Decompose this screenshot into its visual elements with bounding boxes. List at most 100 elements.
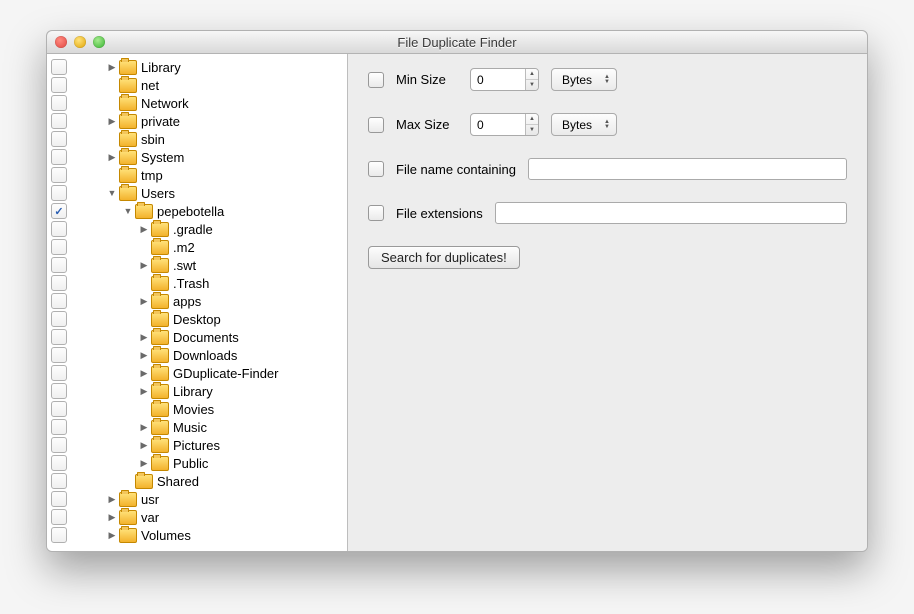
chevron-right-icon[interactable]: ▶ xyxy=(107,152,117,162)
stepper-down-icon[interactable]: ▼ xyxy=(526,125,538,135)
tree-checkbox[interactable] xyxy=(51,473,67,489)
tree-row[interactable]: ▶.m2 xyxy=(47,238,347,256)
chevron-right-icon[interactable]: ▶ xyxy=(107,530,117,540)
zoom-window-button[interactable] xyxy=(93,36,105,48)
tree-row[interactable]: ▶ Pictures xyxy=(47,436,347,454)
minimize-window-button[interactable] xyxy=(74,36,86,48)
tree-checkbox[interactable] xyxy=(51,275,67,291)
tree-row[interactable]: ▶System xyxy=(47,148,347,166)
max-size-stepper[interactable]: ▲ ▼ xyxy=(525,114,538,135)
stepper-down-icon[interactable]: ▼ xyxy=(526,80,538,90)
tree-checkbox[interactable] xyxy=(51,437,67,453)
extensions-input[interactable] xyxy=(495,202,847,224)
tree-row[interactable]: ▼Users xyxy=(47,184,347,202)
tree-row[interactable]: ▶Network xyxy=(47,94,347,112)
tree-row[interactable]: ▶.Trash xyxy=(47,274,347,292)
tree-checkbox[interactable] xyxy=(51,527,67,543)
tree-item-label: Shared xyxy=(157,474,199,489)
tree-row[interactable]: ▶Public xyxy=(47,454,347,472)
chevron-right-icon[interactable]: ▶ xyxy=(139,422,149,432)
min-size-checkbox[interactable] xyxy=(368,72,384,88)
tree-checkbox[interactable] xyxy=(51,401,67,417)
tree-row[interactable]: ▶sbin xyxy=(47,130,347,148)
chevron-right-icon[interactable]: ▶ xyxy=(107,116,117,126)
tree-checkbox[interactable] xyxy=(51,221,67,237)
max-size-checkbox[interactable] xyxy=(368,117,384,133)
tree-checkbox[interactable] xyxy=(51,455,67,471)
tree-row[interactable]: ▶Desktop xyxy=(47,310,347,328)
tree-row[interactable]: ▶var xyxy=(47,508,347,526)
chevron-right-icon[interactable]: ▶ xyxy=(139,332,149,342)
filename-input[interactable] xyxy=(528,158,847,180)
chevron-right-icon[interactable]: ▶ xyxy=(139,440,149,450)
traffic-lights xyxy=(47,36,105,48)
tree-checkbox[interactable] xyxy=(51,149,67,165)
tree-checkbox[interactable] xyxy=(51,131,67,147)
stepper-up-icon[interactable]: ▲ xyxy=(526,114,538,125)
chevron-right-icon[interactable]: ▶ xyxy=(107,512,117,522)
stepper-up-icon[interactable]: ▲ xyxy=(526,69,538,80)
tree-checkbox[interactable] xyxy=(51,113,67,129)
tree-checkbox[interactable] xyxy=(51,59,67,75)
tree-row[interactable]: ▶.swt xyxy=(47,256,347,274)
max-size-input[interactable] xyxy=(471,114,525,135)
tree-row[interactable]: ▶private xyxy=(47,112,347,130)
tree-row[interactable]: ▶.gradle xyxy=(47,220,347,238)
tree-row[interactable]: ▶Documents xyxy=(47,328,347,346)
chevron-right-icon[interactable]: ▶ xyxy=(139,368,149,378)
tree-row[interactable]: ▶tmp xyxy=(47,166,347,184)
tree-row[interactable]: ▶Library xyxy=(47,382,347,400)
tree-checkbox[interactable] xyxy=(51,383,67,399)
tree-checkbox[interactable] xyxy=(51,509,67,525)
tree-row[interactable]: ▶Movies xyxy=(47,400,347,418)
tree-checkbox[interactable] xyxy=(51,239,67,255)
tree-checkbox[interactable] xyxy=(51,257,67,273)
close-window-button[interactable] xyxy=(55,36,67,48)
tree-checkbox[interactable] xyxy=(51,365,67,381)
tree-item-label: Pictures xyxy=(173,438,220,453)
min-size-label: Min Size xyxy=(396,72,458,87)
chevron-right-icon[interactable]: ▶ xyxy=(139,350,149,360)
tree-row[interactable]: ▶apps xyxy=(47,292,347,310)
tree-checkbox[interactable] xyxy=(51,203,67,219)
chevron-right-icon[interactable]: ▶ xyxy=(139,296,149,306)
min-size-input[interactable] xyxy=(471,69,525,90)
tree-row[interactable]: ▼pepebotella xyxy=(47,202,347,220)
tree-checkbox[interactable] xyxy=(51,293,67,309)
tree-row[interactable]: ▶GDuplicate-Finder xyxy=(47,364,347,382)
tree-checkbox[interactable] xyxy=(51,167,67,183)
min-size-stepper[interactable]: ▲ ▼ xyxy=(525,69,538,90)
tree-checkbox[interactable] xyxy=(51,77,67,93)
chevron-right-icon[interactable]: ▶ xyxy=(139,224,149,234)
folder-icon xyxy=(151,384,169,399)
chevron-right-icon[interactable]: ▶ xyxy=(139,260,149,270)
tree-row[interactable]: ▶Volumes xyxy=(47,526,347,544)
tree-row[interactable]: ▶Shared xyxy=(47,472,347,490)
tree-row[interactable]: ▶net xyxy=(47,76,347,94)
tree-row[interactable]: ▶Downloads xyxy=(47,346,347,364)
chevron-right-icon[interactable]: ▶ xyxy=(107,62,117,72)
max-size-unit-select[interactable]: Bytes ▲▼ xyxy=(551,113,617,136)
chevron-down-icon[interactable]: ▼ xyxy=(107,188,117,198)
folder-icon xyxy=(151,258,169,273)
folder-tree: ▶Library▶net▶Network▶private▶sbin▶System… xyxy=(47,54,347,548)
min-size-unit-select[interactable]: Bytes ▲▼ xyxy=(551,68,617,91)
tree-row[interactable]: ▶Music xyxy=(47,418,347,436)
chevron-right-icon[interactable]: ▶ xyxy=(139,386,149,396)
tree-checkbox[interactable] xyxy=(51,329,67,345)
tree-row[interactable]: ▶usr xyxy=(47,490,347,508)
tree-checkbox[interactable] xyxy=(51,95,67,111)
tree-checkbox[interactable] xyxy=(51,419,67,435)
tree-checkbox[interactable] xyxy=(51,185,67,201)
chevron-right-icon[interactable]: ▶ xyxy=(139,458,149,468)
extensions-checkbox[interactable] xyxy=(368,205,384,221)
tree-checkbox[interactable] xyxy=(51,347,67,363)
tree-checkbox[interactable] xyxy=(51,491,67,507)
chevron-down-icon[interactable]: ▼ xyxy=(123,206,133,216)
tree-checkbox[interactable] xyxy=(51,311,67,327)
folder-tree-sidebar[interactable]: ▶Library▶net▶Network▶private▶sbin▶System… xyxy=(47,54,348,551)
chevron-right-icon[interactable]: ▶ xyxy=(107,494,117,504)
tree-row[interactable]: ▶Library xyxy=(47,58,347,76)
filename-checkbox[interactable] xyxy=(368,161,384,177)
search-button[interactable]: Search for duplicates! xyxy=(368,246,520,269)
